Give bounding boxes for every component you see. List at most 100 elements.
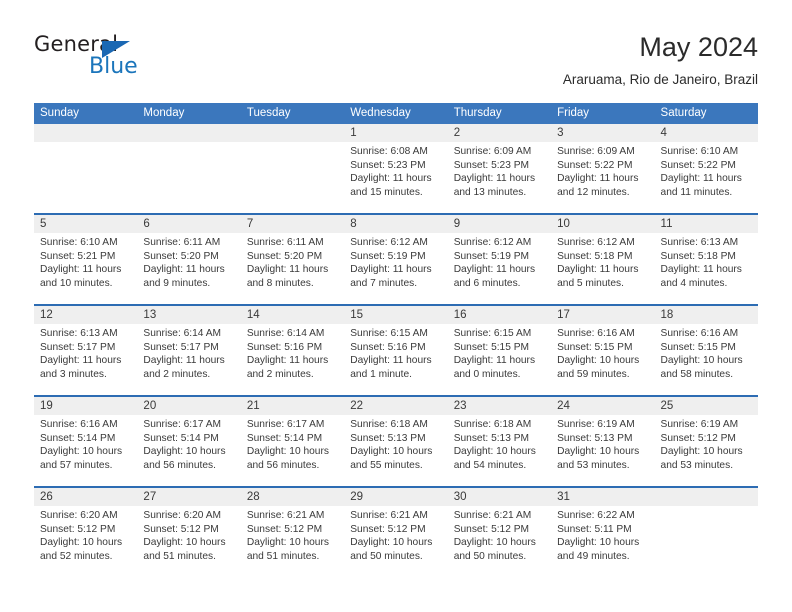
day-details: Sunrise: 6:12 AM Sunset: 5:19 PM Dayligh… (350, 236, 444, 290)
daylight-text-line2: and 50 minutes. (350, 550, 423, 562)
day-number: 6 (143, 218, 150, 230)
calendar-day-cell-7[interactable]: 7 Sunrise: 6:11 AM Sunset: 5:20 PM Dayli… (241, 215, 344, 304)
daylight-text-line1: Daylight: 11 hours (453, 355, 536, 367)
daylight-text-line2: and 49 minutes. (557, 550, 630, 562)
daylight-text-line2: and 3 minutes. (40, 368, 107, 380)
sunrise-text: Sunrise: 6:20 AM (143, 510, 222, 521)
sunset-text: Sunset: 5:15 PM (557, 341, 633, 353)
calendar-day-cell-2[interactable]: 2 Sunrise: 6:09 AM Sunset: 5:23 PM Dayli… (448, 124, 551, 213)
calendar-day-cell-31[interactable]: 31 Sunrise: 6:22 AM Sunset: 5:11 PM Dayl… (551, 488, 654, 577)
sunset-text: Sunset: 5:17 PM (143, 341, 219, 353)
day-number: 21 (246, 400, 260, 412)
daylight-text-line1: Daylight: 10 hours (557, 355, 640, 367)
daylight-text-line1: Daylight: 11 hours (557, 173, 639, 185)
general-blue-logo[interactable]: General Blue (34, 32, 234, 88)
daylight-text-line2: and 53 minutes. (660, 459, 734, 471)
day-details: Sunrise: 6:17 AM Sunset: 5:14 PM Dayligh… (143, 418, 237, 472)
sunset-text: Sunset: 5:14 PM (40, 432, 116, 444)
sunrise-text: Sunrise: 6:08 AM (350, 146, 428, 157)
daylight-text-line1: Daylight: 10 hours (660, 446, 743, 458)
calendar-day-cell-25[interactable]: 25 Sunrise: 6:19 AM Sunset: 5:12 PM Dayl… (655, 397, 758, 486)
calendar-day-cell-17[interactable]: 17 Sunrise: 6:16 AM Sunset: 5:15 PM Dayl… (551, 306, 654, 395)
calendar-day-cell-3[interactable]: 3 Sunrise: 6:09 AM Sunset: 5:22 PM Dayli… (551, 124, 654, 213)
day-number: 14 (246, 309, 260, 321)
day-details: Sunrise: 6:22 AM Sunset: 5:11 PM Dayligh… (557, 509, 651, 563)
calendar-day-cell-19[interactable]: 19 Sunrise: 6:16 AM Sunset: 5:14 PM Dayl… (34, 397, 137, 486)
calendar-day-cell-28[interactable]: 28 Sunrise: 6:21 AM Sunset: 5:12 PM Dayl… (241, 488, 344, 577)
day-number: 19 (40, 400, 53, 412)
calendar-day-cell-23[interactable]: 23 Sunrise: 6:18 AM Sunset: 5:13 PM Dayl… (448, 397, 551, 486)
day-number: 9 (453, 218, 461, 230)
day-details: Sunrise: 6:12 AM Sunset: 5:19 PM Dayligh… (454, 236, 548, 290)
weekday-header-wednesday: Wednesday (350, 107, 411, 119)
daylight-text-line2: and 53 minutes. (557, 459, 630, 471)
calendar-day-cell-15[interactable]: 15 Sunrise: 6:15 AM Sunset: 5:16 PM Dayl… (344, 306, 447, 395)
sunset-text: Sunset: 5:11 PM (557, 523, 632, 535)
day-number: 1 (350, 127, 357, 139)
calendar-day-cell-22[interactable]: 22 Sunrise: 6:18 AM Sunset: 5:13 PM Dayl… (344, 397, 447, 486)
sunset-text: Sunset: 5:13 PM (350, 432, 426, 444)
daylight-text-line1: Daylight: 10 hours (246, 446, 329, 458)
calendar-day-cell-10[interactable]: 10 Sunrise: 6:12 AM Sunset: 5:18 PM Dayl… (551, 215, 654, 304)
day-number: 7 (246, 218, 254, 230)
daylight-text-line2: and 4 minutes. (660, 277, 728, 289)
sunset-text: Sunset: 5:15 PM (453, 341, 530, 353)
sunrise-text: Sunrise: 6:15 AM (453, 328, 532, 339)
calendar-day-cell-13[interactable]: 13 Sunrise: 6:14 AM Sunset: 5:17 PM Dayl… (137, 306, 240, 395)
day-number: 10 (557, 218, 570, 230)
calendar-day-cell-30[interactable]: 30 Sunrise: 6:21 AM Sunset: 5:12 PM Dayl… (448, 488, 551, 577)
daylight-text-line1: Daylight: 11 hours (40, 355, 122, 367)
day-number: 13 (143, 309, 157, 321)
sunrise-text: Sunrise: 6:17 AM (246, 419, 325, 430)
day-details: Sunrise: 6:13 AM Sunset: 5:18 PM Dayligh… (661, 236, 755, 290)
day-number: 22 (350, 400, 364, 412)
sunset-text: Sunset: 5:12 PM (40, 523, 116, 535)
day-number: 30 (453, 491, 467, 503)
calendar-day-cell-empty (241, 124, 344, 213)
sunset-text: Sunset: 5:21 PM (40, 250, 116, 262)
day-details: Sunrise: 6:15 AM Sunset: 5:16 PM Dayligh… (350, 327, 444, 381)
calendar-day-cell-18[interactable]: 18 Sunrise: 6:16 AM Sunset: 5:15 PM Dayl… (655, 306, 758, 395)
calendar-day-cell-27[interactable]: 27 Sunrise: 6:20 AM Sunset: 5:12 PM Dayl… (137, 488, 240, 577)
sunset-text: Sunset: 5:13 PM (453, 432, 530, 444)
calendar-day-cell-12[interactable]: 12 Sunrise: 6:13 AM Sunset: 5:17 PM Dayl… (34, 306, 137, 395)
calendar-day-cell-9[interactable]: 9 Sunrise: 6:12 AM Sunset: 5:19 PM Dayli… (448, 215, 551, 304)
calendar-day-cell-20[interactable]: 20 Sunrise: 6:17 AM Sunset: 5:14 PM Dayl… (137, 397, 240, 486)
sunrise-text: Sunrise: 6:09 AM (557, 146, 635, 157)
weekday-header-saturday: Saturday (660, 107, 707, 119)
sunrise-text: Sunrise: 6:18 AM (350, 419, 428, 430)
calendar-day-cell-29[interactable]: 29 Sunrise: 6:21 AM Sunset: 5:12 PM Dayl… (344, 488, 447, 577)
day-number: 2 (453, 127, 461, 139)
calendar-day-cell-5[interactable]: 5 Sunrise: 6:10 AM Sunset: 5:21 PM Dayli… (34, 215, 137, 304)
calendar-day-cell-6[interactable]: 6 Sunrise: 6:11 AM Sunset: 5:20 PM Dayli… (137, 215, 240, 304)
calendar-day-cell-8[interactable]: 8 Sunrise: 6:12 AM Sunset: 5:19 PM Dayli… (344, 215, 447, 304)
sunrise-text: Sunrise: 6:19 AM (660, 419, 739, 430)
day-details: Sunrise: 6:19 AM Sunset: 5:12 PM Dayligh… (661, 418, 755, 472)
calendar-day-cell-1[interactable]: 1 Sunrise: 6:08 AM Sunset: 5:23 PM Dayli… (344, 124, 447, 213)
sunset-text: Sunset: 5:20 PM (143, 250, 219, 262)
day-number: 20 (143, 400, 157, 412)
day-number: 11 (660, 218, 673, 230)
daylight-text-line2: and 0 minutes. (453, 368, 521, 380)
calendar-day-cell-16[interactable]: 16 Sunrise: 6:15 AM Sunset: 5:15 PM Dayl… (448, 306, 551, 395)
sunset-text: Sunset: 5:12 PM (246, 523, 323, 535)
day-number: 16 (453, 309, 467, 321)
calendar-day-cell-26[interactable]: 26 Sunrise: 6:20 AM Sunset: 5:12 PM Dayl… (34, 488, 137, 577)
calendar-day-cell-11[interactable]: 11 Sunrise: 6:13 AM Sunset: 5:18 PM Dayl… (655, 215, 758, 304)
weekday-header-tuesday: Tuesday (246, 107, 291, 119)
daylight-text-line2: and 57 minutes. (40, 459, 113, 471)
calendar-day-cell-21[interactable]: 21 Sunrise: 6:17 AM Sunset: 5:14 PM Dayl… (241, 397, 344, 486)
sunset-text: Sunset: 5:13 PM (557, 432, 633, 444)
daylight-text-line1: Daylight: 10 hours (143, 446, 226, 458)
sunrise-text: Sunrise: 6:15 AM (350, 328, 428, 339)
daylight-text-line1: Daylight: 10 hours (557, 537, 640, 549)
sunrise-text: Sunrise: 6:12 AM (557, 237, 635, 248)
calendar-day-cell-24[interactable]: 24 Sunrise: 6:19 AM Sunset: 5:13 PM Dayl… (551, 397, 654, 486)
day-details: Sunrise: 6:10 AM Sunset: 5:21 PM Dayligh… (40, 236, 134, 290)
day-details: Sunrise: 6:17 AM Sunset: 5:14 PM Dayligh… (247, 418, 341, 472)
calendar-day-cell-4[interactable]: 4 Sunrise: 6:10 AM Sunset: 5:22 PM Dayli… (655, 124, 758, 213)
calendar-day-cell-14[interactable]: 14 Sunrise: 6:14 AM Sunset: 5:16 PM Dayl… (241, 306, 344, 395)
daylight-text-line2: and 10 minutes. (40, 277, 113, 289)
daylight-text-line1: Daylight: 10 hours (660, 355, 743, 367)
sunset-text: Sunset: 5:19 PM (453, 250, 530, 262)
